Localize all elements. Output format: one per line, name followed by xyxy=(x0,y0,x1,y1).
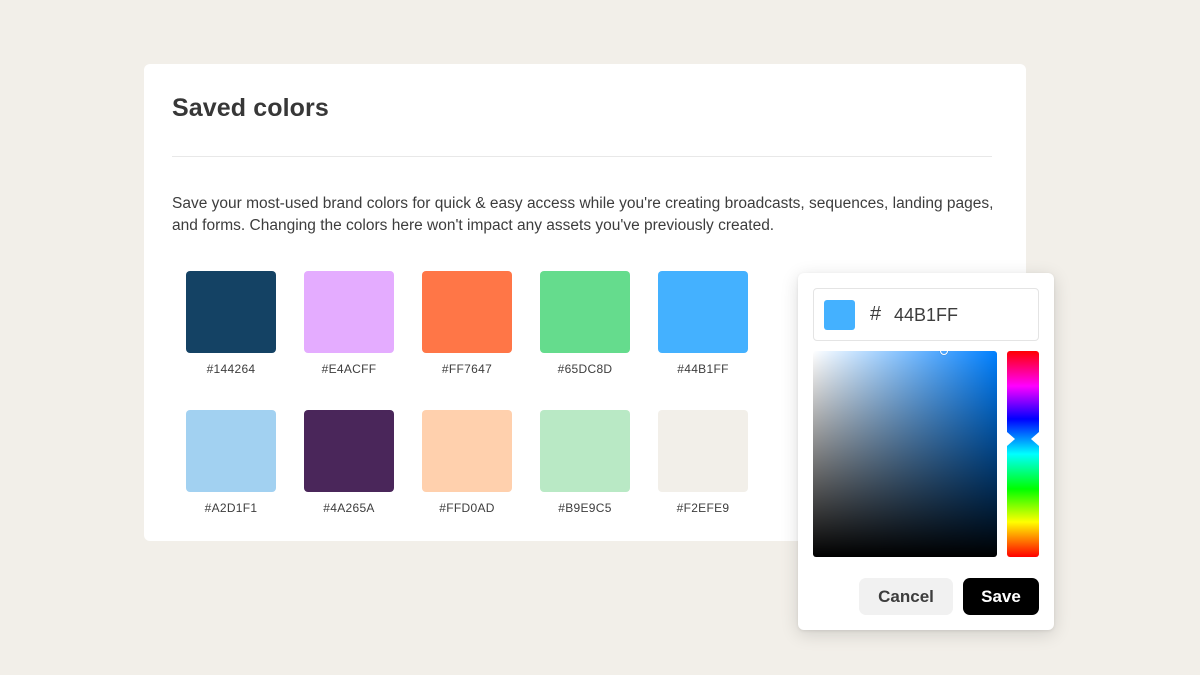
swatch-item: #A2D1F1 xyxy=(186,410,276,549)
swatch-hex-label: #44B1FF xyxy=(677,362,729,376)
swatch-item: #B9E9C5 xyxy=(540,410,630,549)
cancel-button[interactable]: Cancel xyxy=(859,578,953,615)
hex-field: # xyxy=(813,288,1039,341)
color-swatch[interactable] xyxy=(186,271,276,353)
hex-preview-swatch xyxy=(824,300,855,330)
hex-input[interactable] xyxy=(894,301,1024,329)
swatch-hex-label: #FFD0AD xyxy=(439,501,495,515)
swatch-item: #FFD0AD xyxy=(422,410,512,549)
title-divider xyxy=(172,156,992,157)
color-swatch[interactable] xyxy=(304,271,394,353)
save-button[interactable]: Save xyxy=(963,578,1039,615)
color-swatch[interactable] xyxy=(304,410,394,492)
color-swatch[interactable] xyxy=(422,271,512,353)
description-text: Save your most-used brand colors for qui… xyxy=(172,195,994,234)
saturation-handle[interactable] xyxy=(940,351,948,355)
swatch-hex-label: #65DC8D xyxy=(557,362,613,376)
color-swatch[interactable] xyxy=(540,271,630,353)
swatch-item: #E4ACFF xyxy=(304,271,394,410)
swatch-item: #44B1FF xyxy=(658,271,748,410)
swatch-item: #F2EFE9 xyxy=(658,410,748,549)
swatch-grid: #144264 #E4ACFF #FF7647 #65DC8D #44B1FF … xyxy=(186,271,766,549)
saturation-value-area[interactable] xyxy=(813,351,997,557)
color-swatch[interactable] xyxy=(658,271,748,353)
color-swatch[interactable] xyxy=(422,410,512,492)
swatch-hex-label: #A2D1F1 xyxy=(204,501,258,515)
hue-slider[interactable] xyxy=(1007,351,1039,557)
swatch-hex-label: #E4ACFF xyxy=(321,362,377,376)
color-swatch[interactable] xyxy=(186,410,276,492)
hue-handle-right-arrow[interactable] xyxy=(1031,432,1039,446)
swatch-item: #FF7647 xyxy=(422,271,512,410)
swatch-item: #65DC8D xyxy=(540,271,630,410)
swatch-hex-label: #F2EFE9 xyxy=(676,501,730,515)
swatch-hex-label: #FF7647 xyxy=(441,362,493,376)
hex-hash-symbol: # xyxy=(870,303,882,325)
color-swatch[interactable] xyxy=(540,410,630,492)
swatch-hex-label: #144264 xyxy=(206,362,256,376)
swatch-item: #144264 xyxy=(186,271,276,410)
color-swatch[interactable] xyxy=(658,410,748,492)
color-picker-popover: # Cancel Save xyxy=(798,273,1054,630)
swatch-item: #4A265A xyxy=(304,410,394,549)
page-title: Saved colors xyxy=(172,94,329,122)
hue-handle-left-arrow[interactable] xyxy=(1007,432,1015,446)
swatch-hex-label: #4A265A xyxy=(323,501,375,515)
swatch-hex-label: #B9E9C5 xyxy=(558,501,612,515)
